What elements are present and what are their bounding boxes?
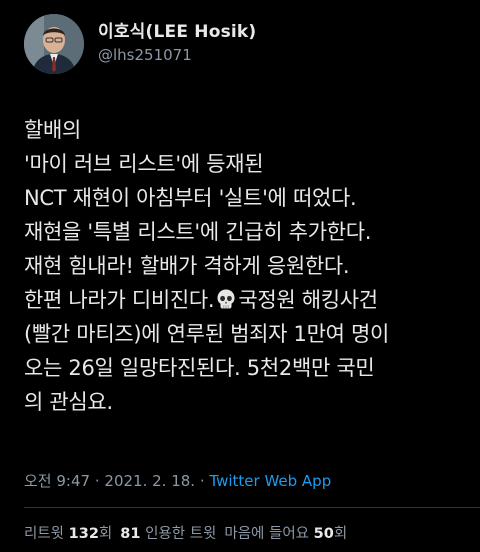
tweet-line-with-emoji: 한편 나라가 디비진다. 국정원 해킹사건: [24, 283, 474, 317]
divider: [24, 507, 480, 508]
author-names: 이호식(LEE Hosik) @lhs251071: [98, 20, 256, 66]
tweet-line-part: 국정원 해킹사건: [238, 288, 378, 312]
tweet-header: 이호식(LEE Hosik) @lhs251071: [24, 14, 256, 74]
tweet-line: (빨간 마티즈)에 연루된 범죄자 1만여 명이: [24, 322, 390, 346]
retweets-unit: 회: [98, 526, 113, 542]
tweet-date[interactable]: 2021. 2. 18.: [104, 472, 195, 490]
user-handle[interactable]: @lhs251071: [98, 44, 256, 66]
tweet-line: 할배의: [24, 118, 82, 142]
retweets-label: 리트윗: [24, 526, 65, 542]
retweets-count: 132: [68, 526, 99, 542]
likes-label: 마음에 들어요: [224, 526, 310, 542]
display-name[interactable]: 이호식(LEE Hosik): [98, 20, 256, 44]
tweet-source-link[interactable]: Twitter Web App: [209, 472, 331, 490]
tweet-line: 재현을 '특별 리스트'에 긴급히 추가한다.: [24, 220, 372, 244]
quotes-count: 81: [120, 526, 141, 542]
tweet-line: NCT 재현이 아침부터 '실트'에 떠었다.: [24, 186, 357, 210]
meta-separator: ·: [94, 472, 100, 490]
tweet-text: 할배의 '마이 러브 리스트'에 등재된 NCT 재현이 아침부터 '실트'에 …: [24, 113, 474, 419]
tweet-meta: 오전 9:47 · 2021. 2. 18. · Twitter Web App: [24, 470, 331, 491]
tweet-stats: 리트윗 132회 81 인용한 트윗 마음에 들어요 50회: [24, 522, 347, 543]
tweet-line: 오는 26일 일망타진된다. 5천2백만 국민: [24, 356, 375, 380]
retweets-stat[interactable]: 리트윗 132회: [24, 526, 112, 542]
tweet-time[interactable]: 오전 9:47: [24, 472, 90, 490]
tweet-line: '마이 러브 리스트'에 등재된: [24, 152, 264, 176]
skull-icon: [215, 286, 237, 309]
meta-separator: ·: [199, 472, 205, 490]
likes-stat[interactable]: 마음에 들어요 50회: [224, 526, 347, 542]
tweet-line: 의 관심요.: [24, 390, 113, 414]
avatar[interactable]: [24, 14, 84, 74]
quotes-label: 인용한 트윗: [145, 526, 217, 542]
tweet-line-part: 한편 나라가 디비진다.: [24, 288, 215, 312]
quotes-stat[interactable]: 81 인용한 트윗: [120, 526, 216, 542]
likes-unit: 회: [333, 526, 348, 542]
tweet-line: 재현 힘내라! 할배가 격하게 응원한다.: [24, 254, 350, 278]
likes-count: 50: [313, 526, 334, 542]
